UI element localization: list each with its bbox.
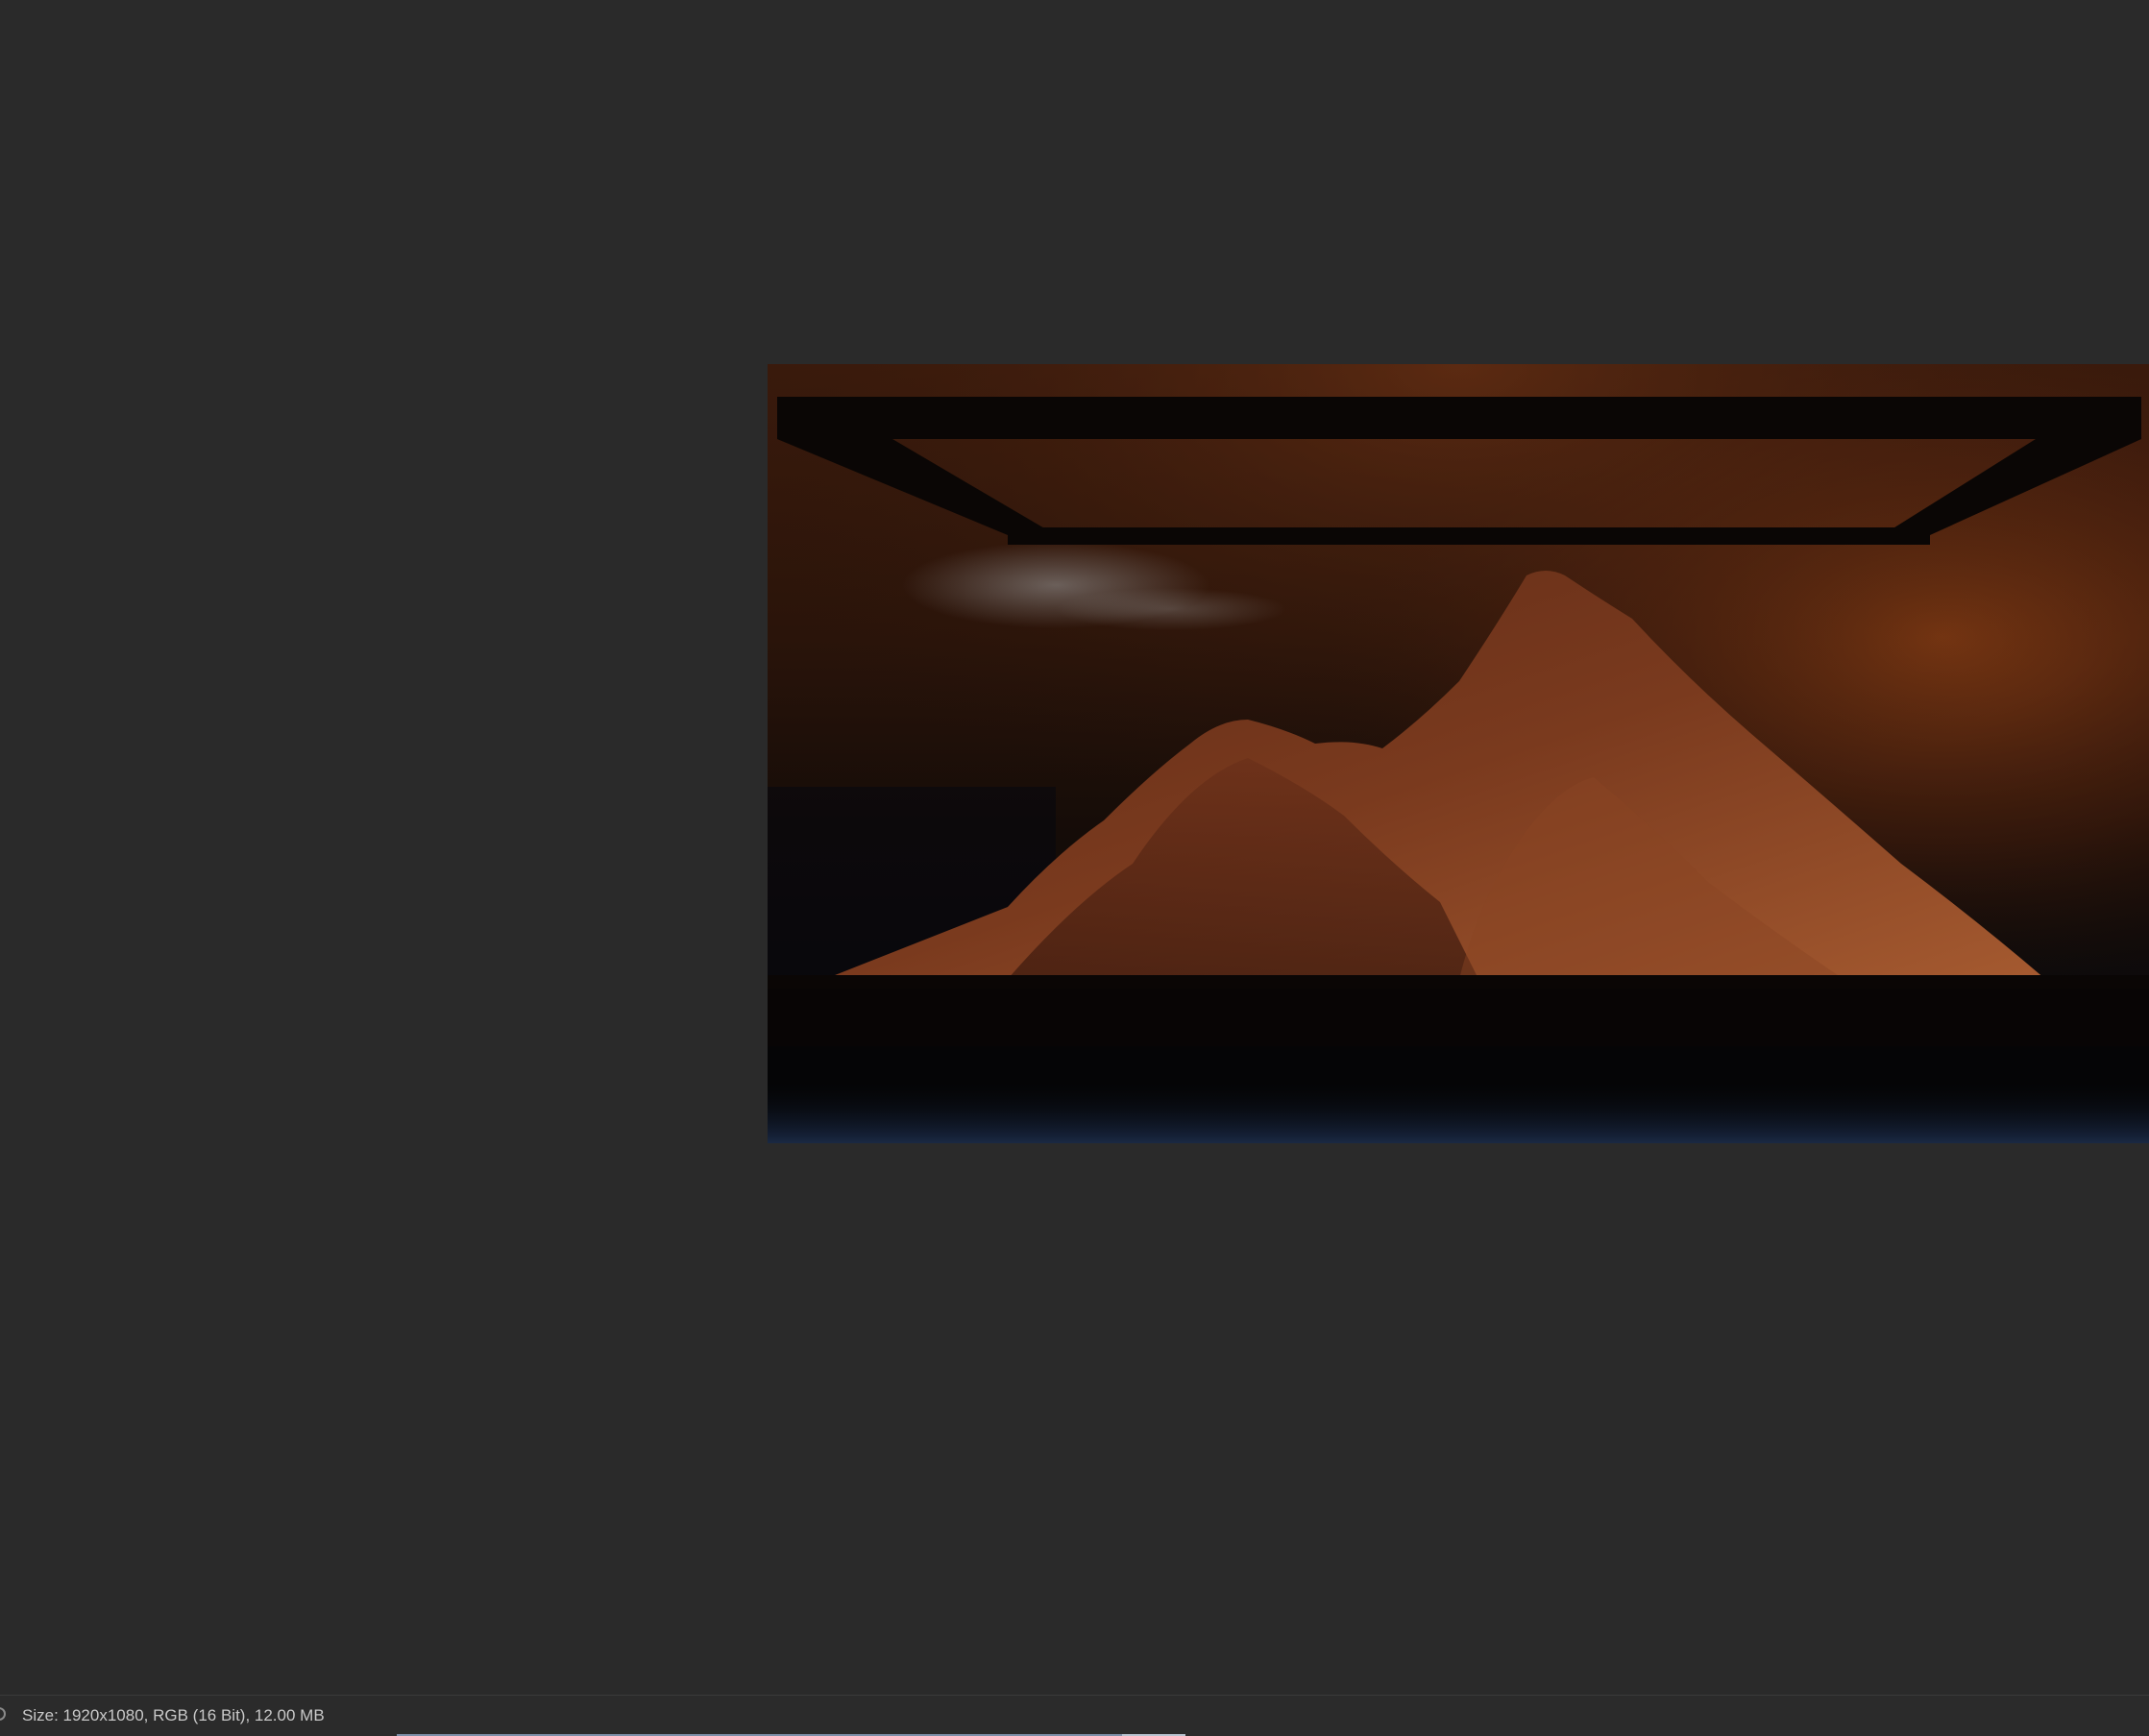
status-indicator-icon [0,1707,6,1721]
image-viewport[interactable] [0,0,2149,1695]
image-info-text: Size: 1920x1080, RGB (16 Bit), 12.00 MB [22,1706,325,1724]
render-artwork [768,364,2149,1143]
status-bar: Size: 1920x1080, RGB (16 Bit), 12.00 MB [0,1695,2149,1736]
rendered-image [768,364,2149,1143]
